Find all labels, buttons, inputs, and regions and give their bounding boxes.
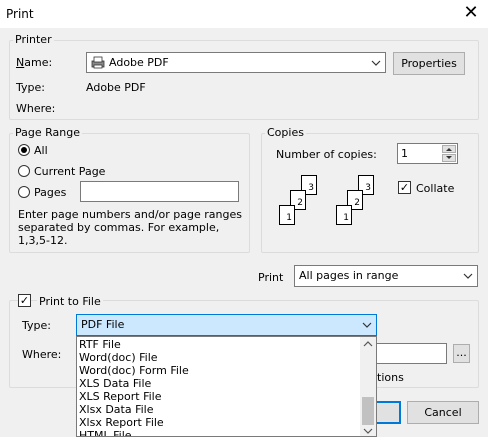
- close-icon[interactable]: ✕: [460, 2, 482, 24]
- dropdown-scrollbar[interactable]: [360, 337, 376, 436]
- print-to-file-checkbox[interactable]: ✓: [18, 294, 31, 307]
- pages-radio[interactable]: [18, 186, 30, 198]
- spinner-up-icon[interactable]: [442, 145, 456, 153]
- chevron-down-icon: [461, 268, 475, 283]
- printer-name-label: Name:: [16, 56, 53, 69]
- all-radio[interactable]: [18, 144, 30, 156]
- print-what-label: Print: [258, 271, 284, 284]
- list-item[interactable]: Word(doc) Form File: [79, 364, 189, 377]
- pages-input[interactable]: [80, 181, 239, 202]
- page-range-help-2: separated by commas. For example,: [18, 221, 220, 234]
- file-where-label: Where:: [22, 348, 62, 361]
- spinner-down-icon[interactable]: [442, 154, 456, 162]
- copies-group-label: Copies: [265, 126, 306, 139]
- options-label-partial: tions: [377, 371, 404, 384]
- page-icon: 1: [336, 205, 352, 225]
- title-bar: [0, 0, 488, 28]
- file-type-dropdown: RTF File Word(doc) File Word(doc) Form F…: [76, 336, 377, 437]
- number-of-copies-label: Number of copies:: [276, 148, 377, 161]
- printer-group-label: Printer: [13, 33, 54, 46]
- copies-input[interactable]: 1: [397, 143, 458, 164]
- copies-value: 1: [401, 147, 408, 160]
- printer-name-select[interactable]: Adobe PDF: [86, 52, 386, 73]
- print-what-value: All pages in range: [299, 269, 399, 282]
- page-range-help-3: 1,3,5-12.: [18, 234, 68, 247]
- printer-icon: [91, 56, 105, 72]
- page-range-help-1: Enter page numbers and/or page ranges: [18, 208, 242, 221]
- page-range-group-label: Page Range: [13, 126, 82, 139]
- properties-button[interactable]: Properties: [393, 52, 465, 75]
- list-item[interactable]: XLS Report File: [79, 390, 162, 403]
- printer-type-value: Adobe PDF: [86, 81, 146, 94]
- collate-label: Collate: [416, 182, 455, 195]
- print-to-file-label: Print to File: [37, 295, 103, 308]
- cancel-button[interactable]: Cancel: [407, 401, 479, 424]
- all-radio-label: All: [34, 144, 48, 157]
- window-title: Print: [6, 7, 34, 21]
- list-item[interactable]: Xlsx Report File: [79, 416, 164, 429]
- file-type-value: PDF File: [81, 318, 125, 331]
- current-page-radio-label: Current Page: [34, 165, 106, 178]
- ok-button[interactable]: [375, 401, 401, 424]
- chevron-down-icon: [369, 55, 383, 70]
- file-type-label: Type:: [22, 319, 51, 332]
- page-icon: 1: [279, 205, 295, 225]
- printer-name-value: Adobe PDF: [109, 56, 169, 69]
- printer-where-label: Where:: [16, 102, 56, 115]
- collate-checkbox[interactable]: ✓: [398, 181, 411, 194]
- file-type-select[interactable]: PDF File: [76, 314, 377, 336]
- printer-type-label: Type:: [16, 81, 45, 94]
- list-item[interactable]: XLS Data File: [79, 377, 151, 390]
- pages-radio-label: Pages: [34, 186, 67, 199]
- browse-button[interactable]: ...: [453, 344, 470, 363]
- current-page-radio[interactable]: [18, 165, 30, 177]
- list-item[interactable]: Word(doc) File: [79, 351, 158, 364]
- scroll-down-icon[interactable]: [360, 425, 376, 436]
- list-item[interactable]: HTML File: [79, 429, 132, 436]
- chevron-down-icon: [360, 317, 374, 332]
- file-where-input[interactable]: [375, 343, 447, 364]
- scroll-thumb[interactable]: [362, 397, 374, 425]
- print-what-select[interactable]: All pages in range: [294, 265, 478, 287]
- list-item[interactable]: RTF File: [79, 338, 121, 351]
- list-item[interactable]: Xlsx Data File: [79, 403, 154, 416]
- scroll-up-icon[interactable]: [360, 337, 376, 351]
